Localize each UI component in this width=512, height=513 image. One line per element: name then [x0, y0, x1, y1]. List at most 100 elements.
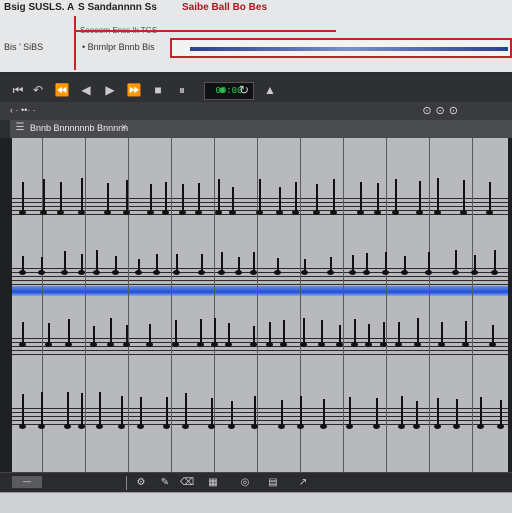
note[interactable]	[425, 252, 432, 275]
grid-icon[interactable]: ▦	[206, 476, 220, 490]
note[interactable]	[491, 250, 498, 275]
note[interactable]	[280, 320, 287, 347]
note[interactable]	[96, 392, 103, 429]
note[interactable]	[434, 398, 441, 429]
note[interactable]	[452, 250, 459, 275]
note[interactable]	[398, 396, 405, 429]
note[interactable]	[211, 318, 218, 347]
note[interactable]	[414, 318, 421, 347]
note[interactable]	[38, 392, 45, 429]
note[interactable]	[19, 256, 26, 275]
note[interactable]	[256, 179, 263, 215]
selected-track-lane[interactable]	[12, 286, 508, 296]
note[interactable]	[497, 400, 504, 429]
note[interactable]	[235, 257, 242, 275]
fast-forward-icon[interactable]: ⏩	[126, 82, 142, 98]
note[interactable]	[172, 320, 179, 347]
note[interactable]	[301, 259, 308, 275]
panel-menu-icon[interactable]: ☰	[14, 122, 26, 134]
note[interactable]	[93, 250, 100, 275]
rewind-icon[interactable]: ⏪	[54, 82, 70, 98]
note[interactable]	[228, 401, 235, 429]
note[interactable]	[195, 183, 202, 215]
note[interactable]	[123, 325, 130, 347]
record-icon[interactable]: ⏺	[214, 82, 230, 98]
note[interactable]	[477, 397, 484, 429]
note[interactable]	[380, 322, 387, 347]
note[interactable]	[336, 325, 343, 347]
note[interactable]	[19, 322, 26, 347]
export-icon[interactable]: ↗	[296, 476, 310, 490]
note[interactable]	[137, 397, 144, 429]
note[interactable]	[135, 259, 142, 275]
note[interactable]	[179, 184, 186, 215]
note[interactable]	[297, 396, 304, 429]
note[interactable]	[215, 179, 222, 215]
note[interactable]	[413, 401, 420, 429]
note[interactable]	[19, 182, 26, 215]
note[interactable]	[395, 322, 402, 347]
note[interactable]	[276, 187, 283, 215]
note[interactable]	[416, 181, 423, 215]
back-icon[interactable]: ◀	[78, 82, 94, 98]
note[interactable]	[153, 254, 160, 275]
note[interactable]	[346, 397, 353, 429]
note[interactable]	[266, 322, 273, 347]
note[interactable]	[486, 182, 493, 215]
note[interactable]	[146, 324, 153, 347]
pause-icon[interactable]: ⏸	[174, 82, 190, 98]
note[interactable]	[90, 326, 97, 347]
note[interactable]	[112, 256, 119, 275]
note[interactable]	[78, 178, 85, 215]
note[interactable]	[320, 399, 327, 429]
note[interactable]	[57, 182, 64, 215]
note[interactable]	[198, 254, 205, 275]
note[interactable]	[45, 323, 52, 347]
note[interactable]	[65, 319, 72, 347]
note[interactable]	[373, 398, 380, 429]
zoom-button[interactable]: —	[12, 476, 42, 488]
note[interactable]	[351, 319, 358, 347]
pencil-icon[interactable]: ✎	[158, 476, 172, 490]
note[interactable]	[327, 257, 334, 275]
note[interactable]	[229, 187, 236, 215]
note[interactable]	[274, 258, 281, 275]
note[interactable]	[40, 179, 47, 215]
settings-icon[interactable]: ⚙	[134, 476, 148, 490]
note[interactable]	[313, 184, 320, 215]
note[interactable]	[318, 320, 325, 347]
eraser-icon[interactable]: ⌫	[180, 476, 194, 490]
view-options-icons[interactable]: ⊙⊙⊙	[422, 104, 462, 117]
snap-icon[interactable]: ◎	[238, 476, 252, 490]
note[interactable]	[392, 179, 399, 215]
highlighted-input-field[interactable]	[170, 38, 512, 58]
note[interactable]	[453, 399, 460, 429]
note[interactable]	[438, 322, 445, 347]
note[interactable]	[123, 180, 130, 215]
note[interactable]	[460, 180, 467, 215]
note[interactable]	[363, 253, 370, 275]
note[interactable]	[251, 396, 258, 429]
play-icon[interactable]: ▶	[102, 82, 118, 98]
note[interactable]	[250, 326, 257, 347]
note[interactable]	[173, 254, 180, 275]
note[interactable]	[462, 321, 469, 347]
note[interactable]	[489, 325, 496, 347]
note[interactable]	[434, 178, 441, 215]
note[interactable]	[104, 183, 111, 215]
note[interactable]	[278, 400, 285, 429]
note[interactable]	[64, 392, 71, 429]
rewind-start-icon[interactable]: ⏮	[10, 82, 26, 98]
note[interactable]	[162, 182, 169, 215]
note[interactable]	[374, 183, 381, 215]
note[interactable]	[349, 255, 356, 275]
note[interactable]	[38, 257, 45, 275]
note[interactable]	[78, 393, 85, 429]
note[interactable]	[218, 252, 225, 275]
note[interactable]	[300, 318, 307, 347]
note[interactable]	[225, 323, 232, 347]
scrollbar-vertical[interactable]	[508, 138, 512, 472]
note[interactable]	[292, 182, 299, 215]
note[interactable]	[163, 397, 170, 429]
undo-icon[interactable]: ↶	[30, 82, 46, 98]
